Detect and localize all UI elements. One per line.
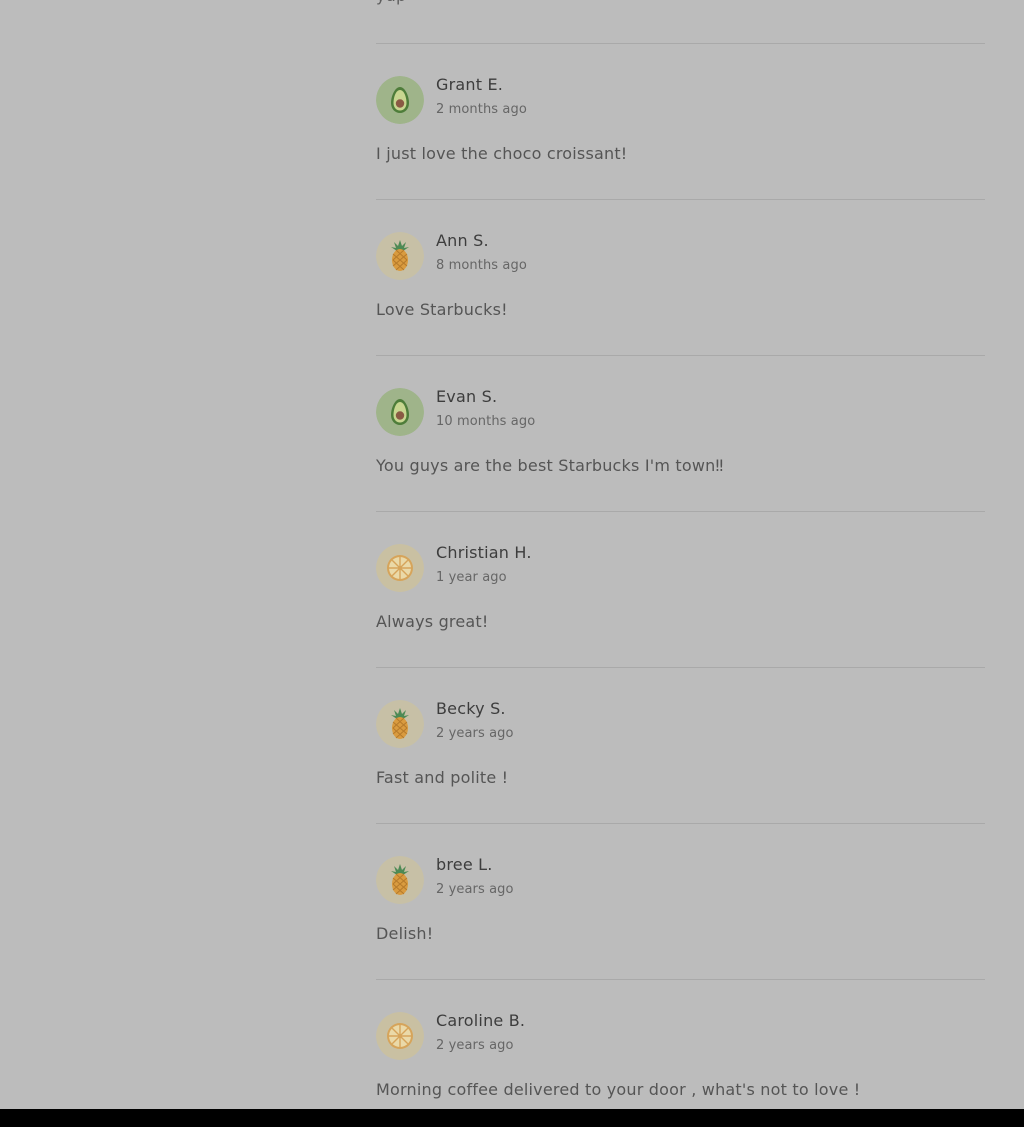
reviews-page: yup Grant E. 2 months ago I just love th…	[0, 0, 1024, 1109]
review-item: Becky S. 2 years ago Fast and polite !	[376, 668, 985, 824]
avocado-icon	[376, 388, 424, 436]
review-author: bree L.	[436, 855, 493, 874]
review-item: Grant E. 2 months ago I just love the ch…	[376, 44, 985, 200]
review-time: 2 years ago	[436, 726, 514, 741]
bottom-bar	[0, 1109, 1024, 1127]
previous-review: yup	[376, 0, 985, 44]
review-text: You guys are the best Starbucks I'm town…	[376, 456, 724, 475]
review-text: Delish!	[376, 924, 434, 943]
review-author: Evan S.	[436, 387, 498, 406]
review-item: bree L. 2 years ago Delish!	[376, 824, 985, 980]
review-time: 2 years ago	[436, 882, 514, 897]
review-author: Caroline B.	[436, 1011, 526, 1030]
pineapple-icon	[376, 856, 424, 904]
review-text: Love Starbucks!	[376, 300, 508, 319]
review-time: 1 year ago	[436, 570, 507, 585]
review-item: Caroline B. 2 years ago Morning coffee d…	[376, 980, 985, 1109]
review-text: Always great!	[376, 612, 489, 631]
review-item: Christian H. 1 year ago Always great!	[376, 512, 985, 668]
review-time: 8 months ago	[436, 258, 527, 273]
lemon-slice-icon	[376, 544, 424, 592]
review-author: Christian H.	[436, 543, 532, 562]
review-author: Grant E.	[436, 75, 504, 94]
review-text: yup	[376, 0, 985, 9]
review-text: I just love the choco croissant!	[376, 144, 628, 163]
reviews-list: yup Grant E. 2 months ago I just love th…	[376, 0, 985, 1109]
review-author: Becky S.	[436, 699, 506, 718]
review-text: Morning coffee delivered to your door , …	[376, 1080, 861, 1099]
pineapple-icon	[376, 700, 424, 748]
review-time: 10 months ago	[436, 414, 536, 429]
review-text: Fast and polite !	[376, 768, 509, 787]
review-time: 2 years ago	[436, 1038, 514, 1053]
lemon-slice-icon	[376, 1012, 424, 1060]
review-item: Evan S. 10 months ago You guys are the b…	[376, 356, 985, 512]
review-item: Ann S. 8 months ago Love Starbucks!	[376, 200, 985, 356]
pineapple-icon	[376, 232, 424, 280]
review-author: Ann S.	[436, 231, 489, 250]
review-time: 2 months ago	[436, 102, 527, 117]
avocado-icon	[376, 76, 424, 124]
